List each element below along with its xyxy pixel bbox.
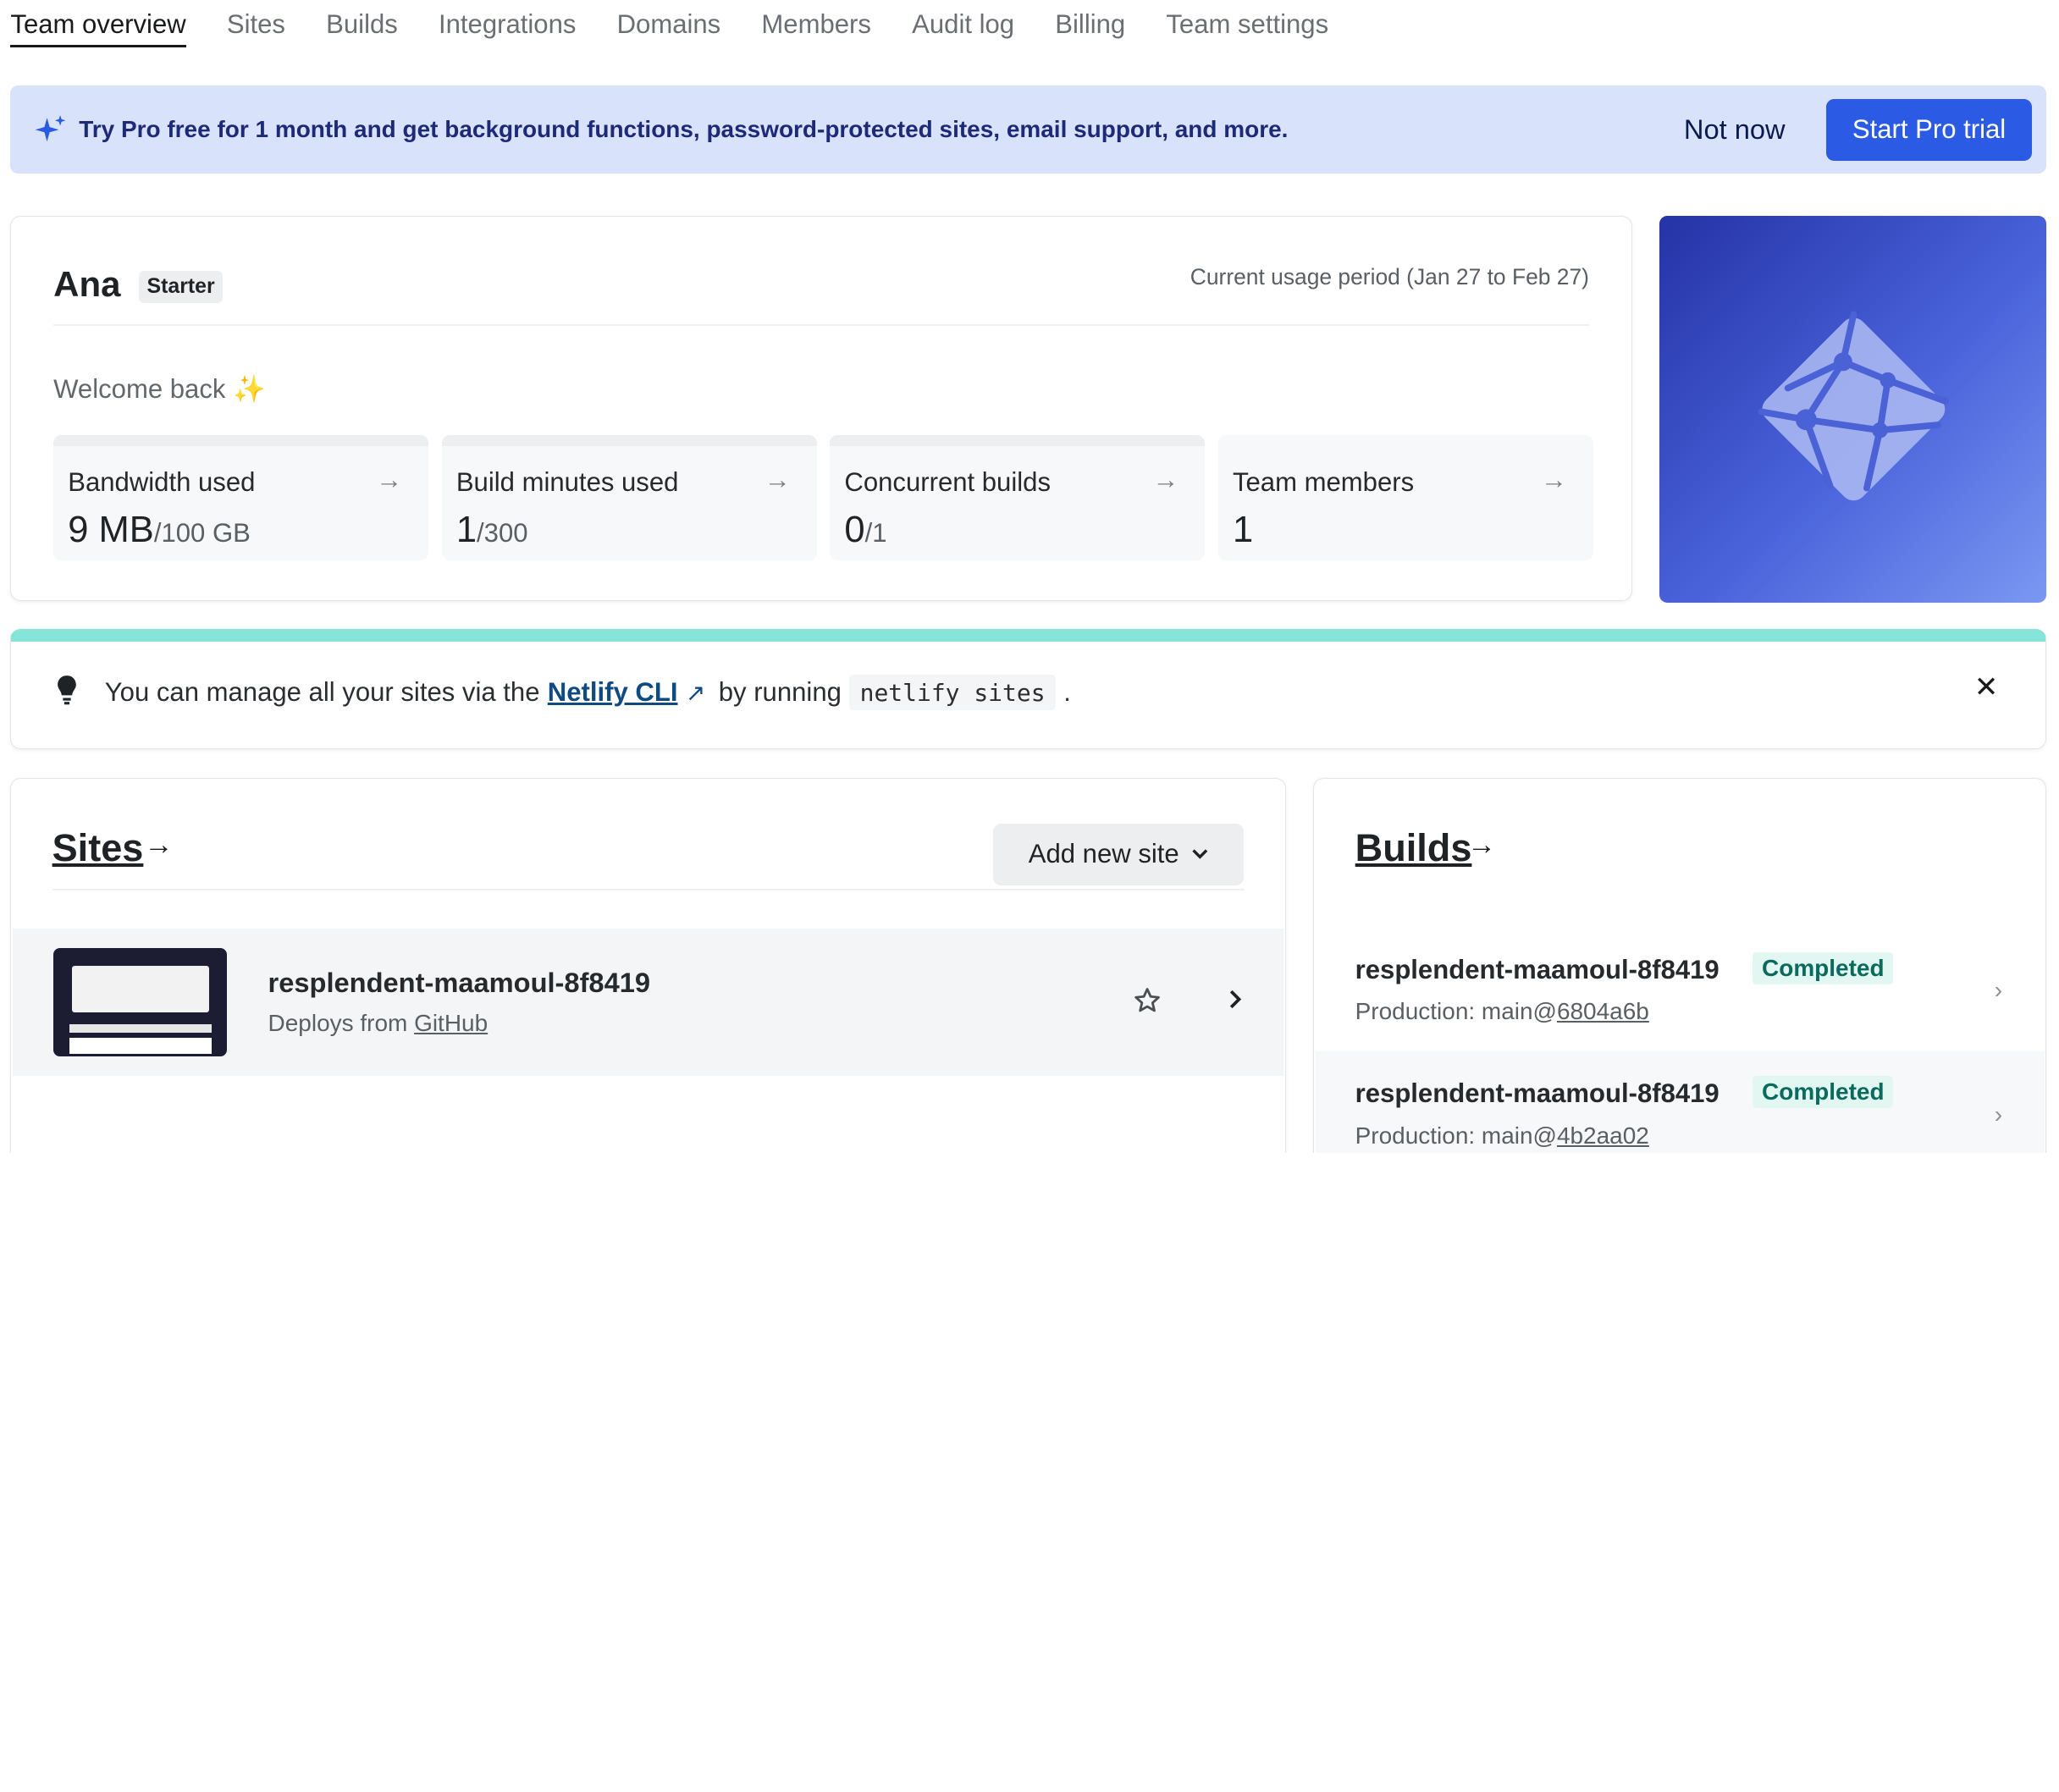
top-nav: Team overview Sites Builds Integrations … — [10, 0, 1328, 52]
status-badge: Completed — [1753, 1076, 1894, 1109]
team-name: Ana — [53, 263, 121, 304]
divider — [53, 324, 1589, 326]
cli-tip-card: You can manage all your sites via the Ne… — [10, 629, 2047, 749]
not-now-button[interactable]: Not now — [1684, 113, 1786, 146]
builds-card: Builds → resplendent-maamoul-8f8419 Comp… — [1313, 777, 2047, 1153]
tip-text: You can manage all your sites via the Ne… — [105, 674, 1071, 711]
netlify-logo — [1758, 311, 1949, 501]
builds-heading-link[interactable]: Builds — [1355, 826, 1472, 870]
chevron-right-icon[interactable] — [1226, 986, 1245, 1012]
tab-sites[interactable]: Sites — [227, 0, 285, 47]
arrow-right-icon: → — [1466, 828, 1496, 861]
tile-label: Team members — [1232, 466, 1415, 497]
build-site-name: resplendent-maamoul-8f8419 — [1355, 955, 1720, 985]
usage-tile-concurrent-builds[interactable]: Concurrent builds → 0/1 — [830, 435, 1206, 560]
netlify-logo-panel — [1659, 215, 2047, 603]
arrow-right-icon: → — [376, 464, 403, 494]
chevron-down-icon — [1192, 849, 1208, 859]
welcome-text: Welcome back ✨ — [53, 373, 266, 404]
arrow-right-icon: → — [1152, 464, 1179, 494]
close-icon[interactable]: ✕ — [1974, 670, 1999, 704]
commit-link[interactable]: 6804a6b — [1557, 998, 1649, 1024]
build-context: Production: main@6804a6b — [1355, 998, 1649, 1025]
star-icon[interactable] — [1133, 986, 1162, 1015]
build-context: Production: main@4b2aa02 — [1355, 1122, 1649, 1149]
site-deploy-source: Deploys from GitHub — [268, 1010, 489, 1037]
build-row[interactable]: resplendent-maamoul-8f8419 Completed Pro… — [1316, 1050, 2045, 1153]
external-link-icon: ↗ — [685, 679, 706, 706]
sites-heading-link[interactable]: Sites — [52, 826, 144, 870]
tab-billing[interactable]: Billing — [1055, 0, 1125, 47]
site-row[interactable]: resplendent-maamoul-8f8419 Deploys from G… — [12, 928, 1284, 1077]
usage-tiles: Bandwidth used → 9 MB/100 GB Build minut… — [53, 435, 1593, 560]
tile-value: 1 — [1232, 509, 1254, 550]
page: Team overview Sites Builds Integrations … — [0, 0, 2058, 1153]
tile-label: Build minutes used — [455, 466, 679, 497]
tab-audit-log[interactable]: Audit log — [912, 0, 1014, 47]
start-pro-trial-button[interactable]: Start Pro trial — [1825, 98, 2033, 161]
tile-value: 9 MB/100 GB — [68, 509, 251, 550]
tab-builds[interactable]: Builds — [326, 0, 398, 47]
site-name: resplendent-maamoul-8f8419 — [268, 967, 651, 999]
tile-value: 1/300 — [455, 509, 528, 550]
tab-members[interactable]: Members — [761, 0, 871, 47]
status-badge: Completed — [1753, 951, 1894, 985]
commit-link[interactable]: 4b2aa02 — [1557, 1122, 1649, 1149]
pro-trial-banner: Try Pro free for 1 month and get backgro… — [10, 85, 2047, 174]
tile-label: Concurrent builds — [844, 466, 1051, 497]
tile-label: Bandwidth used — [68, 466, 256, 497]
tab-team-settings[interactable]: Team settings — [1166, 0, 1328, 47]
tab-domains[interactable]: Domains — [617, 0, 721, 47]
arrow-right-icon: → — [764, 464, 791, 494]
usage-card: Ana Starter Current usage period (Jan 27… — [10, 215, 1632, 602]
tile-value: 0/1 — [844, 509, 887, 550]
usage-tile-bandwidth[interactable]: Bandwidth used → 9 MB/100 GB — [53, 435, 429, 560]
netlify-cli-link[interactable]: Netlify CLI — [548, 677, 678, 708]
site-thumbnail — [53, 948, 228, 1056]
cli-command: netlify sites — [849, 674, 1056, 711]
add-new-site-button[interactable]: Add new site — [993, 823, 1244, 885]
sites-card: Sites → Add new site resplendent-maamoul… — [10, 777, 1286, 1153]
tab-integrations[interactable]: Integrations — [439, 0, 576, 47]
github-link[interactable]: GitHub — [414, 1010, 488, 1036]
chevron-right-icon: › — [1994, 977, 2003, 1004]
arrow-right-icon: → — [144, 828, 174, 861]
build-row[interactable]: resplendent-maamoul-8f8419 Completed Pro… — [1316, 927, 2045, 1050]
usage-tile-build-minutes[interactable]: Build minutes used → 1/300 — [441, 435, 817, 560]
sparkle-icon — [35, 115, 66, 142]
usage-tile-team-members[interactable]: Team members → 1 — [1217, 435, 1593, 560]
tab-team-overview[interactable]: Team overview — [10, 0, 186, 47]
build-site-name: resplendent-maamoul-8f8419 — [1355, 1078, 1720, 1109]
banner-text: Try Pro free for 1 month and get backgro… — [79, 116, 1289, 143]
lightbulb-icon — [57, 675, 76, 705]
plan-badge: Starter — [139, 270, 223, 303]
arrow-right-icon: → — [1540, 464, 1567, 494]
usage-period: Current usage period (Jan 27 to Feb 27) — [1190, 263, 1589, 289]
divider — [52, 889, 1245, 890]
chevron-right-icon: › — [1994, 1100, 2003, 1128]
